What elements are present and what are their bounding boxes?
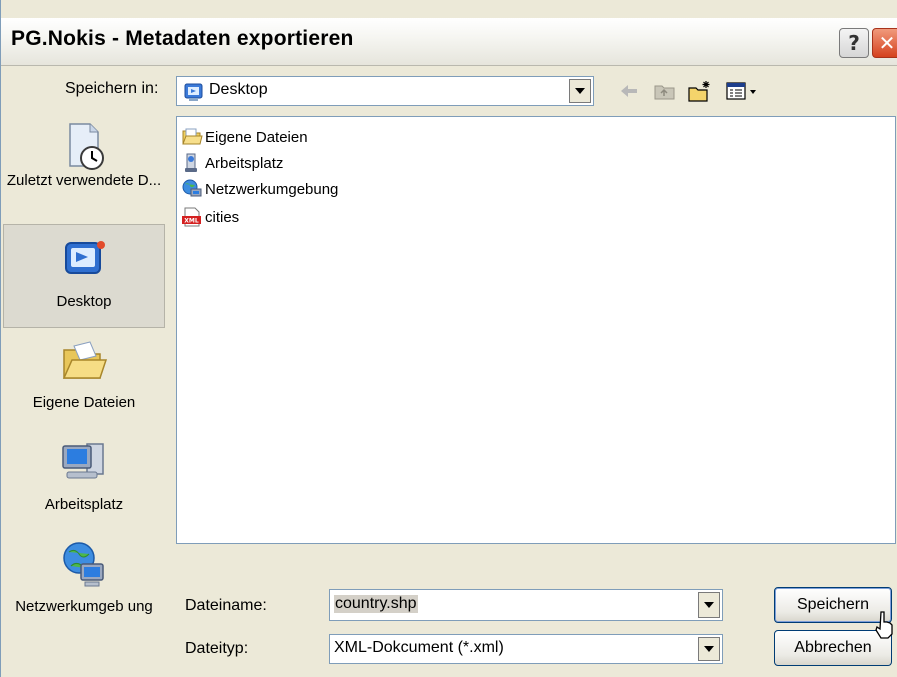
folder-icon — [182, 128, 203, 145]
place-desktop[interactable]: Desktop — [3, 224, 165, 328]
new-folder-icon[interactable] — [687, 80, 713, 104]
folder-open-icon — [62, 341, 108, 379]
place-label: Netzwerkumgeb ung — [15, 598, 153, 615]
title-bar: PG.Nokis - Metadaten exportieren ? ✕ — [1, 18, 897, 66]
list-item[interactable]: Netzwerkumgebung — [181, 177, 338, 201]
computer-icon — [62, 443, 104, 479]
save-dialog: PG.Nokis - Metadaten exportieren ? ✕ Spe… — [0, 0, 897, 677]
filename-input[interactable]: country.shp — [329, 589, 723, 621]
computer-icon — [185, 153, 197, 172]
xml-badge-text: XML — [184, 218, 199, 225]
file-name: Eigene Dateien — [205, 128, 308, 146]
place-my-documents[interactable]: Eigene Dateien — [3, 332, 165, 428]
xml-file-icon: XML — [182, 207, 201, 227]
filename-label: Dateiname: — [185, 597, 267, 614]
place-recent[interactable]: Zuletzt verwendete D... — [3, 120, 165, 228]
filetype-select[interactable]: XML-Dokcument (*.xml) — [329, 634, 723, 664]
place-label: Zuletzt verwendete D... — [6, 172, 162, 189]
place-network[interactable]: Netzwerkumgeb ung — [3, 532, 165, 650]
list-item[interactable]: Eigene Dateien — [181, 125, 308, 149]
desktop-icon — [184, 83, 203, 101]
filetype-label: Dateityp: — [185, 640, 249, 657]
place-label: Eigene Dateien — [32, 394, 136, 411]
save-in-dropdown-arrow[interactable] — [569, 79, 591, 103]
save-in-combo[interactable]: Desktop — [176, 76, 594, 106]
back-arrow-icon[interactable] — [618, 80, 640, 102]
window-title: PG.Nokis - Metadaten exportieren — [11, 27, 354, 50]
filetype-value: XML-Dokcument (*.xml) — [334, 639, 504, 656]
list-item[interactable]: Arbeitsplatz — [181, 151, 283, 175]
network-globe-icon — [182, 179, 202, 197]
network-globe-icon — [63, 542, 104, 587]
filename-value[interactable]: country.shp — [334, 595, 418, 613]
view-menu-icon[interactable] — [725, 80, 759, 102]
desktop-icon — [65, 241, 105, 274]
place-label: Desktop — [56, 293, 112, 310]
places-bar: Zuletzt verwendete D... Desktop Eigene D… — [1, 110, 167, 670]
file-name: Arbeitsplatz — [205, 154, 284, 172]
save-in-label: Speichern in: — [65, 80, 159, 97]
place-my-computer[interactable]: Arbeitsplatz — [3, 432, 165, 528]
file-list[interactable]: Eigene Dateien Arbeitsplatz Netzwerkumge… — [176, 116, 896, 544]
recent-clock-icon — [69, 123, 104, 170]
up-folder-icon[interactable] — [653, 80, 677, 102]
file-name: Netzwerkumgebung — [205, 180, 339, 198]
filename-dropdown-arrow[interactable] — [698, 592, 720, 618]
close-button[interactable]: ✕ — [872, 28, 897, 58]
filetype-dropdown-arrow[interactable] — [698, 637, 720, 661]
place-label: Arbeitsplatz — [44, 496, 124, 513]
file-name: cities — [205, 208, 240, 226]
list-item[interactable]: XML cities — [181, 205, 239, 229]
help-button[interactable]: ? — [839, 28, 869, 58]
save-in-value: Desktop — [209, 81, 268, 98]
hand-cursor-icon — [875, 611, 893, 639]
